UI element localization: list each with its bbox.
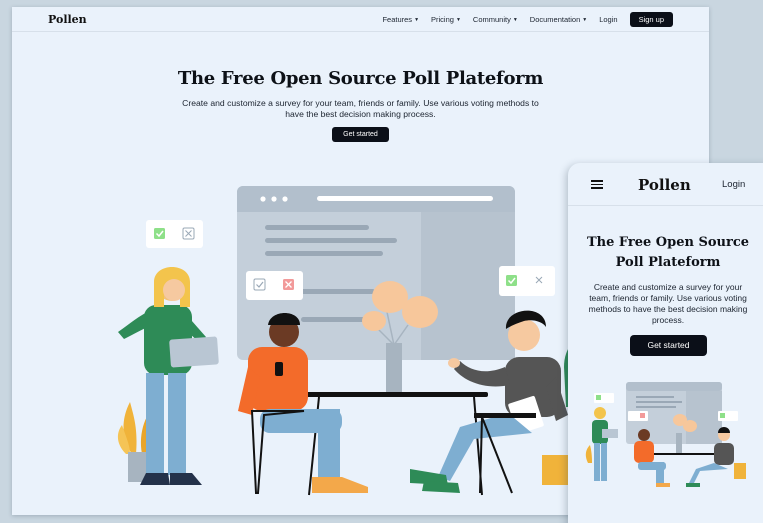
signup-button[interactable]: Sign up bbox=[629, 12, 673, 27]
chevron-down-icon: ▼ bbox=[414, 16, 420, 23]
chevron-down-icon: ▼ bbox=[512, 16, 518, 23]
man-gray-shirt-illustration bbox=[410, 310, 568, 494]
mobile-frame: Pollen Login The Free Open Source Poll P… bbox=[568, 163, 763, 523]
vase-plant-illustration bbox=[362, 281, 438, 395]
mobile-navbar: Pollen Login bbox=[568, 163, 763, 206]
top-navbar: Pollen Features ▼ Pricing ▼ Community ▼ … bbox=[12, 7, 709, 32]
nav-login[interactable]: Login bbox=[599, 15, 617, 24]
nav-pricing-label: Pricing bbox=[431, 15, 454, 24]
logo[interactable]: Pollen bbox=[48, 13, 87, 26]
checkbox-card-middle bbox=[246, 271, 303, 300]
nav-menu: Features ▼ Pricing ▼ Community ▼ Documen… bbox=[382, 12, 673, 27]
get-started-button[interactable]: Get started bbox=[332, 127, 389, 142]
hero-subtitle: Create and customize a survey for your t… bbox=[182, 98, 539, 119]
checkbox-card-left bbox=[146, 220, 203, 248]
browser-window-illustration bbox=[237, 186, 515, 360]
chevron-down-icon: ▼ bbox=[582, 16, 588, 23]
nav-features-label: Features bbox=[382, 15, 413, 24]
nav-features[interactable]: Features ▼ bbox=[382, 15, 419, 24]
man-orange-shirt-illustration bbox=[238, 313, 368, 494]
table-illustration bbox=[304, 392, 488, 496]
mobile-logo[interactable]: Pollen bbox=[638, 176, 691, 194]
chevron-down-icon: ▼ bbox=[455, 16, 461, 23]
mobile-login-link[interactable]: Login bbox=[722, 179, 745, 190]
hero-title: The Free Open Source Poll Plateform bbox=[177, 68, 544, 89]
checkbox-card-right bbox=[499, 266, 555, 296]
nav-pricing[interactable]: Pricing ▼ bbox=[431, 15, 461, 24]
nav-community[interactable]: Community ▼ bbox=[473, 15, 518, 24]
nav-documentation[interactable]: Documentation ▼ bbox=[530, 15, 587, 24]
nav-documentation-label: Documentation bbox=[529, 15, 581, 24]
mobile-hero-subtitle: Create and customize a survey for your t… bbox=[588, 282, 748, 325]
nav-community-label: Community bbox=[472, 15, 511, 24]
mobile-get-started-button[interactable]: Get started bbox=[630, 335, 707, 356]
plant-left-illustration bbox=[117, 402, 158, 482]
woman-standing-illustration bbox=[118, 267, 219, 485]
mobile-hero-title: The Free Open Source Poll Plateform bbox=[586, 235, 750, 270]
hamburger-menu-icon[interactable] bbox=[591, 180, 603, 189]
